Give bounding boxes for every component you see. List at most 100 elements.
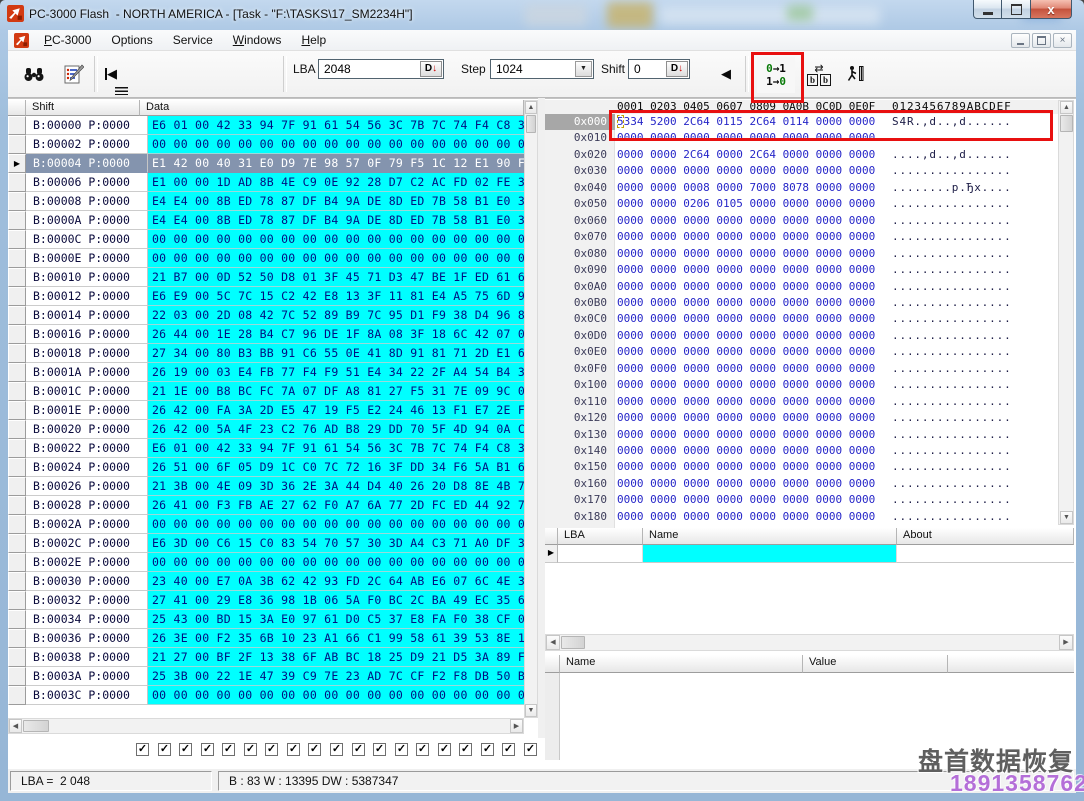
table-row[interactable]: B:00028 P:0000 26 41 00 F3 FB AE 27 62 F0… <box>8 496 524 515</box>
scroll-thumb[interactable] <box>526 115 536 133</box>
hex-viewer[interactable]: 0x000 5334 5200 2C64 0115 2C64 0114 0000 … <box>545 114 1058 528</box>
column-header-nv-value[interactable]: Value <box>803 655 948 673</box>
data-column-checkbox[interactable] <box>438 743 451 756</box>
hex-row[interactable]: 0x110 0000 0000 0000 0000 0000 0000 0000 … <box>545 394 1058 411</box>
menu-item-options[interactable]: Options <box>101 31 162 50</box>
row-header[interactable] <box>8 648 26 667</box>
data-column-checkbox[interactable] <box>201 743 214 756</box>
left-grid-vscrollbar[interactable] <box>524 100 538 718</box>
hex-row[interactable]: 0x060 0000 0000 0000 0000 0000 0000 0000 … <box>545 213 1058 230</box>
row-header[interactable] <box>8 116 26 135</box>
name-cell[interactable] <box>643 545 897 563</box>
table-row[interactable]: B:00036 P:0000 26 3E 00 F2 35 6B 10 23 A1… <box>8 629 524 648</box>
data-column-checkbox[interactable] <box>481 743 494 756</box>
column-header-shift[interactable]: Shift <box>26 100 140 116</box>
hex-row[interactable]: 0x020 0000 0000 2C64 0000 2C64 0000 0000 … <box>545 147 1058 164</box>
lba-decimal-button[interactable]: D↓ <box>420 61 442 77</box>
row-header[interactable] <box>8 249 26 268</box>
maximize-button[interactable] <box>1002 0 1030 19</box>
hex-row[interactable]: 0x130 0000 0000 0000 0000 0000 0000 0000 … <box>545 427 1058 444</box>
search-button[interactable] <box>18 57 50 91</box>
hex-row[interactable]: 0x160 0000 0000 0000 0000 0000 0000 0000 … <box>545 476 1058 493</box>
row-header[interactable] <box>8 572 26 591</box>
table-row[interactable]: B:00030 P:0000 23 40 00 E7 0A 3B 62 42 93… <box>8 572 524 591</box>
data-column-checkbox[interactable] <box>158 743 171 756</box>
lba-cell[interactable] <box>558 545 643 563</box>
row-header[interactable] <box>8 344 26 363</box>
hex-row[interactable]: 0x100 0000 0000 0000 0000 0000 0000 0000 … <box>545 377 1058 394</box>
hex-row[interactable]: 0x040 0000 0000 0008 0000 7000 8078 0000 … <box>545 180 1058 197</box>
table-row[interactable]: B:00026 P:0000 21 3B 00 4E 09 3D 36 2E 3A… <box>8 477 524 496</box>
scroll-right-button[interactable] <box>510 719 523 733</box>
table-row[interactable]: B:00014 P:0000 22 03 00 2D 08 42 7C 52 89… <box>8 306 524 325</box>
column-header-about[interactable]: About <box>897 528 1074 545</box>
data-column-checkbox[interactable] <box>395 743 408 756</box>
table-row[interactable]: B:0002A P:0000 00 00 00 00 00 00 00 00 00… <box>8 515 524 534</box>
panel-splitter[interactable] <box>538 98 545 738</box>
scroll-down-button[interactable] <box>525 704 537 717</box>
table-row[interactable]: B:00006 P:0000 E1 00 00 1D AD 8B 4E C9 0E… <box>8 173 524 192</box>
first-block-button[interactable] <box>95 57 128 95</box>
row-header[interactable] <box>8 135 26 154</box>
row-header[interactable] <box>8 420 26 439</box>
data-column-checkbox[interactable] <box>524 743 537 756</box>
hex-row[interactable]: 0x0E0 0000 0000 0000 0000 0000 0000 0000 … <box>545 344 1058 361</box>
data-column-checkbox[interactable] <box>136 743 149 756</box>
scroll-left-button[interactable] <box>546 635 560 650</box>
left-grid-hscrollbar[interactable] <box>8 718 524 734</box>
back-button[interactable] <box>714 58 738 90</box>
row-header[interactable] <box>8 496 26 515</box>
data-column-checkbox[interactable] <box>416 743 429 756</box>
menu-item-service[interactable]: Service <box>163 31 223 50</box>
row-header[interactable] <box>8 401 26 420</box>
row-header[interactable] <box>8 553 26 572</box>
row-header[interactable] <box>8 439 26 458</box>
byte-swap-button[interactable]: b b <box>801 57 837 93</box>
column-header-data[interactable]: Data <box>140 100 524 116</box>
row-header[interactable] <box>8 515 26 534</box>
row-header[interactable] <box>8 306 26 325</box>
exit-button[interactable] <box>840 57 872 91</box>
scroll-down-button[interactable] <box>1060 511 1073 524</box>
row-header[interactable] <box>8 610 26 629</box>
hex-row[interactable]: 0x090 0000 0000 0000 0000 0000 0000 0000 … <box>545 262 1058 279</box>
menu-item-windows[interactable]: Windows <box>223 31 292 50</box>
table-row[interactable]: B:0000A P:0000 E4 E4 00 8B ED 78 87 DF B4… <box>8 211 524 230</box>
row-header[interactable] <box>8 382 26 401</box>
data-column-checkbox[interactable] <box>244 743 257 756</box>
mdi-restore-button[interactable] <box>1032 33 1051 48</box>
row-header[interactable] <box>8 154 26 173</box>
row-header[interactable] <box>8 534 26 553</box>
row-header[interactable] <box>8 287 26 306</box>
table-row[interactable]: B:0000C P:0000 00 00 00 00 00 00 00 00 00… <box>8 230 524 249</box>
menu-item-help[interactable]: Help <box>291 31 336 50</box>
data-column-checkbox[interactable] <box>502 743 515 756</box>
table-row[interactable]: B:00018 P:0000 27 34 00 80 B3 BB 91 C6 55… <box>8 344 524 363</box>
data-column-checkbox[interactable] <box>308 743 321 756</box>
mdi-minimize-button[interactable] <box>1011 33 1030 48</box>
table-row[interactable]: B:0002C P:0000 E6 3D 00 C6 15 C0 83 54 70… <box>8 534 524 553</box>
column-header-name[interactable]: Name <box>643 528 897 545</box>
table-row[interactable]: B:0001E P:0000 26 42 00 FA 3A 2D E5 47 19… <box>8 401 524 420</box>
scroll-thumb[interactable] <box>1060 115 1073 132</box>
hex-row[interactable]: 0x140 0000 0000 0000 0000 0000 0000 0000 … <box>545 443 1058 460</box>
shift-input[interactable]: 0 D↓ <box>628 59 690 79</box>
shift-decimal-button[interactable]: D↓ <box>666 61 688 77</box>
row-header[interactable] <box>8 230 26 249</box>
data-column-checkbox[interactable] <box>352 743 365 756</box>
hex-row[interactable]: 0x0F0 0000 0000 0000 0000 0000 0000 0000 … <box>545 361 1058 378</box>
table-row[interactable]: B:00034 P:0000 25 43 00 BD 15 3A E0 97 61… <box>8 610 524 629</box>
table-row[interactable]: B:00032 P:0000 27 41 00 29 E8 36 98 1B 06… <box>8 591 524 610</box>
table-row[interactable]: B:0003C P:0000 00 00 00 00 00 00 00 00 00… <box>8 686 524 705</box>
data-column-checkbox[interactable] <box>179 743 192 756</box>
data-column-checkbox[interactable] <box>222 743 235 756</box>
scroll-up-button[interactable] <box>525 101 537 114</box>
table-row[interactable]: B:00016 P:0000 26 44 00 1E 28 B4 C7 96 DE… <box>8 325 524 344</box>
table-row[interactable]: B:00024 P:0000 26 51 00 6F 05 D9 1C C0 7C… <box>8 458 524 477</box>
data-column-checkbox[interactable] <box>265 743 278 756</box>
table-row[interactable]: B:00004 P:0000E1 42 00 40 31 E0 D9 7E 98… <box>8 154 524 173</box>
row-header[interactable] <box>8 211 26 230</box>
hex-row[interactable]: 0x0A0 0000 0000 0000 0000 0000 0000 0000 … <box>545 279 1058 296</box>
row-header[interactable] <box>8 477 26 496</box>
hex-row[interactable]: 0x050 0000 0000 0206 0105 0000 0000 0000 … <box>545 196 1058 213</box>
